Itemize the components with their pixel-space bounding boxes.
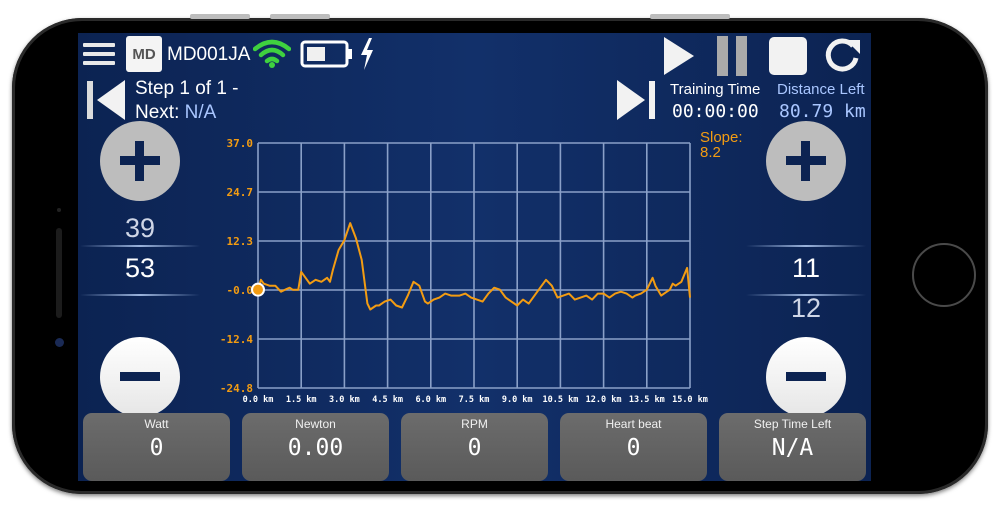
x-tick-label: 6.0 km [415, 395, 446, 405]
sensor [57, 208, 61, 212]
volume-button [270, 14, 330, 19]
y-tick-label: -24.8 [220, 382, 253, 395]
stat-label: Step Time Left [753, 417, 832, 431]
x-tick-label: 15.0 km [672, 395, 708, 405]
stat-value: N/A [771, 435, 814, 461]
x-tick-label: 1.5 km [286, 395, 317, 405]
stat-label: RPM [461, 417, 488, 431]
stat-card-rpm: RPM 0 [401, 413, 548, 481]
stat-value: 0 [626, 435, 641, 461]
x-tick-label: 3.0 km [329, 395, 360, 405]
stat-label: Heart beat [605, 417, 662, 431]
speaker-grille [56, 228, 62, 318]
stat-card-heart-beat: Heart beat 0 [560, 413, 707, 481]
x-tick-label: 10.5 km [542, 395, 578, 405]
x-tick-label: 7.5 km [459, 395, 490, 405]
stat-card-step-time-left: Step Time Left N/A [719, 413, 866, 481]
stat-label: Newton [295, 417, 336, 431]
front-camera [55, 338, 64, 347]
y-tick-label: -0.0 [227, 284, 254, 297]
home-button[interactable] [912, 243, 976, 307]
stat-value: 0 [149, 435, 164, 461]
x-tick-label: 0.0 km [243, 395, 274, 405]
y-tick-label: 12.3 [227, 235, 254, 248]
power-button [650, 14, 730, 19]
x-tick-label: 9.0 km [502, 395, 533, 405]
stat-card-newton: Newton 0.00 [242, 413, 389, 481]
x-tick-label: 12.0 km [586, 395, 622, 405]
y-tick-label: 37.0 [227, 137, 254, 150]
app-screen: MD MD001JA Step 1 of 1 - Next: N/A Train… [78, 33, 871, 481]
x-tick-label: 4.5 km [372, 395, 403, 405]
x-tick-label: 13.5 km [629, 395, 665, 405]
stat-card-watt: Watt 0 [83, 413, 230, 481]
y-tick-label: 24.7 [227, 186, 254, 199]
elevation-chart: 0.0 km 1.5 km 3.0 km 4.5 km 6.0 km 7.5 km 9.0 … [220, 137, 708, 405]
current-position-marker [251, 282, 265, 297]
y-tick-label: -12.4 [220, 333, 253, 346]
volume-button [190, 14, 250, 19]
stat-value: 0 [467, 435, 482, 461]
stat-value: 0.00 [287, 435, 344, 461]
stat-label: Watt [144, 417, 169, 431]
